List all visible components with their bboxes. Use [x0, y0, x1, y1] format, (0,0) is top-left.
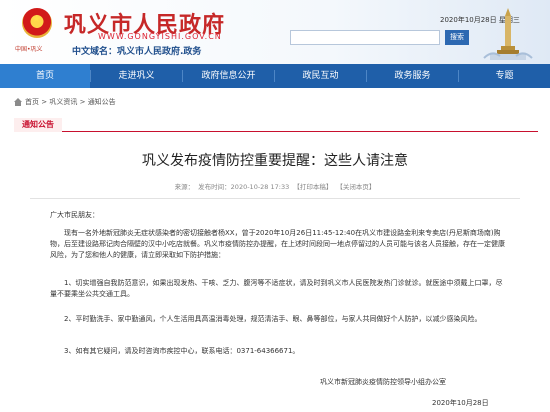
article-signature: 巩义市新冠肺炎疫情防控领导小组办公室	[320, 378, 446, 386]
meta-source: 来源：	[174, 183, 195, 191]
nav-item-services[interactable]: 政务服务	[367, 64, 458, 88]
breadcrumb-notices[interactable]: 通知公告	[88, 97, 116, 107]
section-header: 通知公告	[14, 118, 538, 132]
emblem-caption: 中国•巩义	[15, 46, 43, 53]
article-meta: 来源： 发布时间：2020-10-28 17:33 【打印本稿】 【关闭本页】	[0, 181, 550, 191]
monument-icon	[483, 8, 533, 60]
section-title: 通知公告	[14, 118, 62, 132]
breadcrumb-home[interactable]: 首页	[25, 97, 39, 107]
print-link[interactable]: 【打印本稿】	[293, 183, 332, 191]
search-button[interactable]: 搜索	[445, 30, 469, 45]
divider	[30, 198, 520, 199]
breadcrumb-separator: >	[79, 98, 86, 106]
emblem-star-icon: ★	[32, 14, 41, 25]
breadcrumb-news[interactable]: 巩义资讯	[49, 97, 77, 107]
article-title: 巩义发布疫情防控重要提醒：这些人请注意	[142, 153, 408, 169]
search-input[interactable]	[290, 30, 440, 45]
article-paragraph: 2、平时勤洗手、家中勤通风，个人生活用具高温消毒处理，规范清洁手、眼、鼻等部位，…	[64, 315, 482, 323]
article-salutation: 广大市民朋友：	[50, 211, 99, 219]
nav-item-home[interactable]: 首页	[0, 64, 90, 88]
nav-item-info-public[interactable]: 政府信息公开	[183, 64, 274, 88]
site-header: ★ 中国•巩义 巩义市人民政府 WWW.GONGYISHI.GOV.CN 中文域…	[0, 0, 550, 64]
home-icon	[14, 98, 22, 106]
domain-url: WWW.GONGYISHI.GOV.CN	[98, 32, 222, 41]
nav-item-interaction[interactable]: 政民互动	[275, 64, 366, 88]
domain-label: 中文域名：巩义市人民政府.政务	[72, 47, 202, 57]
meta-published: 发布时间：2020-10-28 17:33	[198, 183, 290, 191]
nav-item-topics[interactable]: 专题	[459, 64, 550, 88]
article-sign-date: 2020年10月28日	[432, 399, 489, 407]
close-link[interactable]: 【关闭本页】	[336, 183, 375, 191]
main-nav: 首页 走进巩义 政府信息公开 政民互动 政务服务 专题	[0, 64, 550, 88]
article-paragraph: 1、切实增强自我防范意识，如果出现发热、干咳、乏力、腹泻等不适症状，请及时到巩义…	[50, 279, 503, 298]
breadcrumb-separator: >	[41, 98, 48, 106]
nav-item-about[interactable]: 走进巩义	[91, 64, 182, 88]
article-paragraph: 现有一名外地新冠肺炎无症状感染者的密切接触者杨XX，曾于2020年10月26日1…	[50, 229, 505, 259]
article-paragraph: 3、如有其它疑问，请及时咨询市疾控中心，联系电话：0371-64366671。	[64, 347, 300, 355]
breadcrumb: 首页 > 巩义资讯 > 通知公告	[14, 97, 116, 107]
